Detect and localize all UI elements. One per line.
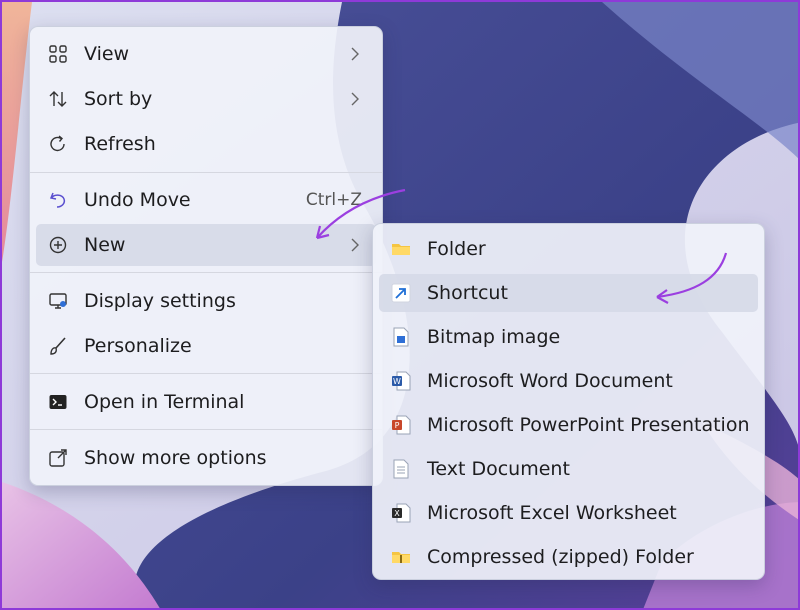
zip-folder-icon (392, 552, 410, 563)
menu-item-show-more-options[interactable]: Show more options (36, 437, 376, 479)
menu-item-label: Personalize (84, 335, 192, 357)
submenu-item-label: Microsoft Excel Worksheet (427, 502, 677, 524)
svg-text:W: W (393, 377, 401, 386)
menu-separator (30, 373, 382, 374)
submenu-item-text-document[interactable]: Text Document (379, 450, 758, 488)
menu-item-label: Undo Move (84, 189, 191, 211)
submenu-item-folder[interactable]: Folder (379, 230, 758, 268)
menu-item-label: Display settings (84, 290, 236, 312)
submenu-item-word-document[interactable]: W Microsoft Word Document (379, 362, 758, 400)
submenu-item-powerpoint-presentation[interactable]: P Microsoft PowerPoint Presentation (379, 406, 758, 444)
external-link-icon (49, 449, 67, 467)
submenu-item-shortcut[interactable]: Shortcut (379, 274, 758, 312)
submenu-item-compressed-folder[interactable]: Compressed (zipped) Folder (379, 538, 758, 576)
submenu-item-bitmap-image[interactable]: Bitmap image (379, 318, 758, 356)
shortcut-label: Ctrl+Z (305, 190, 362, 210)
menu-item-display-settings[interactable]: Display settings (36, 280, 376, 322)
screenshot-frame: View Sort by Refresh Undo Move Ctrl+Z Ne… (0, 0, 800, 610)
menu-item-view[interactable]: View (36, 33, 376, 75)
desktop-context-menu: View Sort by Refresh Undo Move Ctrl+Z Ne… (29, 26, 383, 486)
menu-item-label: Refresh (84, 133, 156, 155)
refresh-icon (50, 135, 65, 152)
plus-circle-icon (49, 236, 67, 254)
paintbrush-icon (50, 337, 66, 355)
svg-text:P: P (395, 421, 400, 430)
menu-item-undo-move[interactable]: Undo Move Ctrl+Z (36, 179, 376, 221)
menu-separator (30, 172, 382, 173)
submenu-item-label: Bitmap image (427, 326, 561, 348)
folder-icon (392, 244, 410, 255)
terminal-icon (49, 395, 67, 409)
menu-item-open-in-terminal[interactable]: Open in Terminal (36, 381, 376, 423)
menu-item-label: Open in Terminal (84, 391, 245, 413)
undo-icon (49, 192, 66, 208)
menu-item-personalize[interactable]: Personalize (36, 325, 376, 367)
menu-item-label: Sort by (84, 88, 153, 110)
menu-item-label: View (84, 43, 130, 65)
chevron-right-icon (351, 238, 359, 252)
chevron-right-icon (351, 47, 359, 61)
submenu-item-label: Shortcut (427, 282, 508, 304)
menu-item-label: New (84, 234, 126, 256)
menu-item-label: Show more options (84, 447, 267, 469)
new-submenu: Folder Shortcut Bitmap image W Microsoft… (372, 223, 765, 580)
submenu-item-label: Compressed (zipped) Folder (427, 546, 694, 568)
powerpoint-presentation-icon: P (392, 415, 411, 435)
word-document-icon: W (392, 371, 411, 391)
bitmap-file-icon (393, 327, 409, 347)
display-settings-icon (49, 293, 67, 309)
submenu-item-label: Microsoft Word Document (427, 370, 673, 392)
menu-item-refresh[interactable]: Refresh (36, 123, 376, 165)
svg-text:X: X (394, 509, 400, 518)
shortcut-arrow-icon (391, 283, 411, 303)
submenu-item-label: Folder (427, 238, 486, 260)
menu-separator (30, 429, 382, 430)
submenu-item-label: Text Document (427, 458, 570, 480)
excel-worksheet-icon: X (392, 503, 411, 523)
menu-separator (30, 272, 382, 273)
chevron-right-icon (351, 92, 359, 106)
menu-item-new[interactable]: New (36, 224, 376, 266)
grid-view-icon (49, 45, 67, 63)
submenu-item-label: Microsoft PowerPoint Presentation (427, 414, 750, 436)
sort-arrows-icon (49, 91, 67, 107)
text-document-icon (393, 459, 409, 479)
submenu-item-excel-worksheet[interactable]: X Microsoft Excel Worksheet (379, 494, 758, 532)
menu-item-sort-by[interactable]: Sort by (36, 78, 376, 120)
